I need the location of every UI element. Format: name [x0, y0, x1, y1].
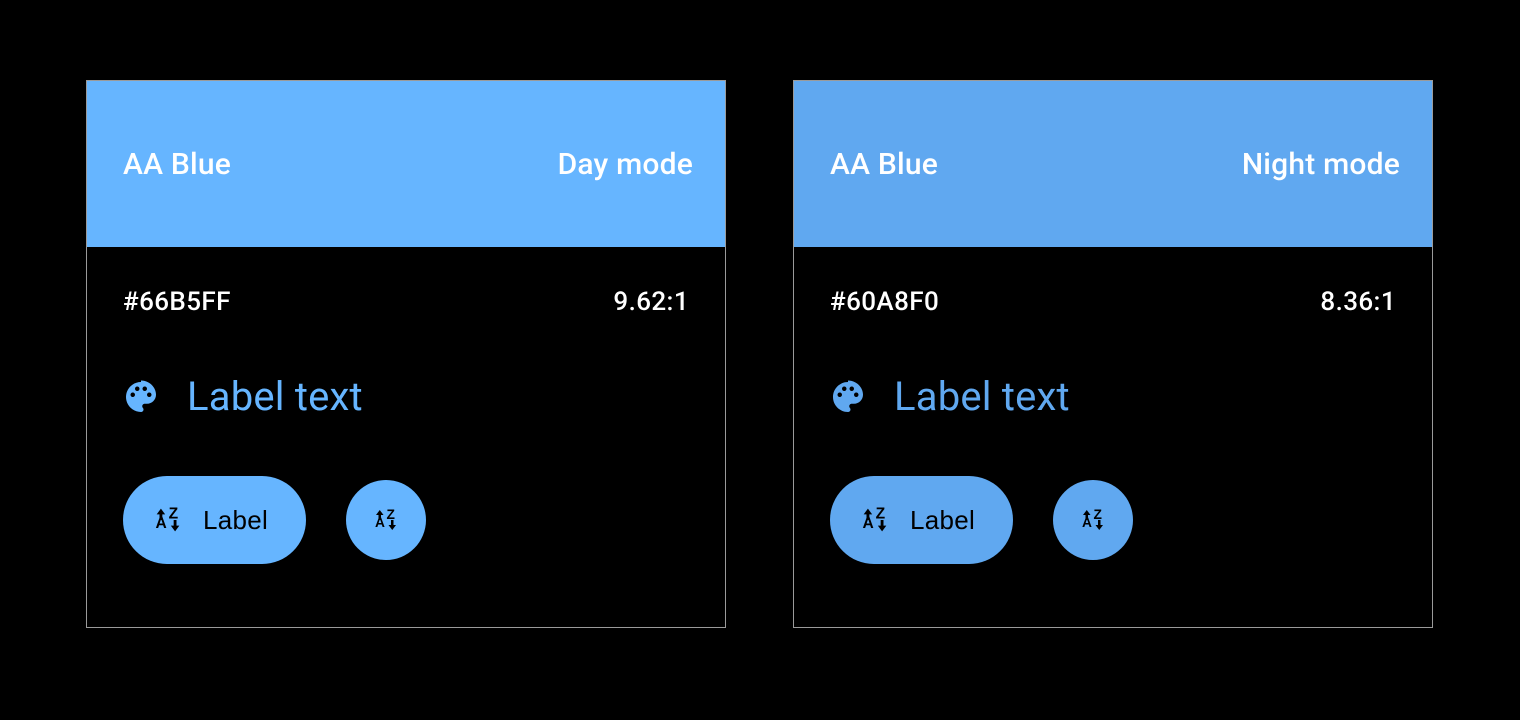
hex-value: #66B5FF — [123, 287, 231, 317]
contrast-ratio: 8.36:1 — [1320, 287, 1396, 317]
sort-icon: A Z — [1078, 505, 1108, 535]
sort-fab-button[interactable]: A Z — [1053, 480, 1133, 560]
svg-text:Z: Z — [169, 506, 179, 523]
label-text: Label text — [894, 373, 1070, 420]
sort-pill-button[interactable]: A Z Label — [830, 476, 1013, 564]
card-body: #60A8F0 8.36:1 Label text A — [794, 247, 1432, 564]
card-header: AA Blue Day mode — [87, 81, 725, 247]
contrast-ratio: 9.62:1 — [613, 287, 689, 317]
palette-icon — [123, 379, 159, 415]
meta-row: #66B5FF 9.62:1 — [123, 287, 689, 317]
svg-text:Z: Z — [1094, 507, 1102, 522]
hex-value: #60A8F0 — [830, 287, 939, 317]
color-card-day: AA Blue Day mode #66B5FF 9.62:1 Label te… — [86, 80, 726, 628]
label-row: Label text — [830, 373, 1396, 420]
card-mode: Day mode — [558, 147, 693, 182]
card-mode: Night mode — [1242, 147, 1400, 182]
pill-label: Label — [910, 505, 975, 536]
label-row: Label text — [123, 373, 689, 420]
color-card-night: AA Blue Night mode #60A8F0 8.36:1 Label … — [793, 80, 1433, 628]
card-title: AA Blue — [123, 147, 231, 182]
svg-text:A: A — [375, 515, 385, 530]
palette-icon — [830, 379, 866, 415]
pill-label: Label — [203, 505, 268, 536]
sort-pill-button[interactable]: A Z Label — [123, 476, 306, 564]
sort-icon: A Z — [371, 505, 401, 535]
svg-text:A: A — [863, 515, 875, 532]
svg-text:A: A — [1082, 515, 1092, 530]
controls-row: A Z Label A Z — [830, 476, 1396, 564]
card-title: AA Blue — [830, 147, 938, 182]
label-text: Label text — [187, 373, 363, 420]
svg-text:Z: Z — [876, 506, 886, 523]
controls-row: A Z Label A Z — [123, 476, 689, 564]
sort-icon: A Z — [151, 503, 185, 537]
svg-text:A: A — [156, 515, 168, 532]
card-header: AA Blue Night mode — [794, 81, 1432, 247]
sort-fab-button[interactable]: A Z — [346, 480, 426, 560]
svg-text:Z: Z — [387, 507, 395, 522]
sort-icon: A Z — [858, 503, 892, 537]
meta-row: #60A8F0 8.36:1 — [830, 287, 1396, 317]
card-body: #66B5FF 9.62:1 Label text A — [87, 247, 725, 564]
